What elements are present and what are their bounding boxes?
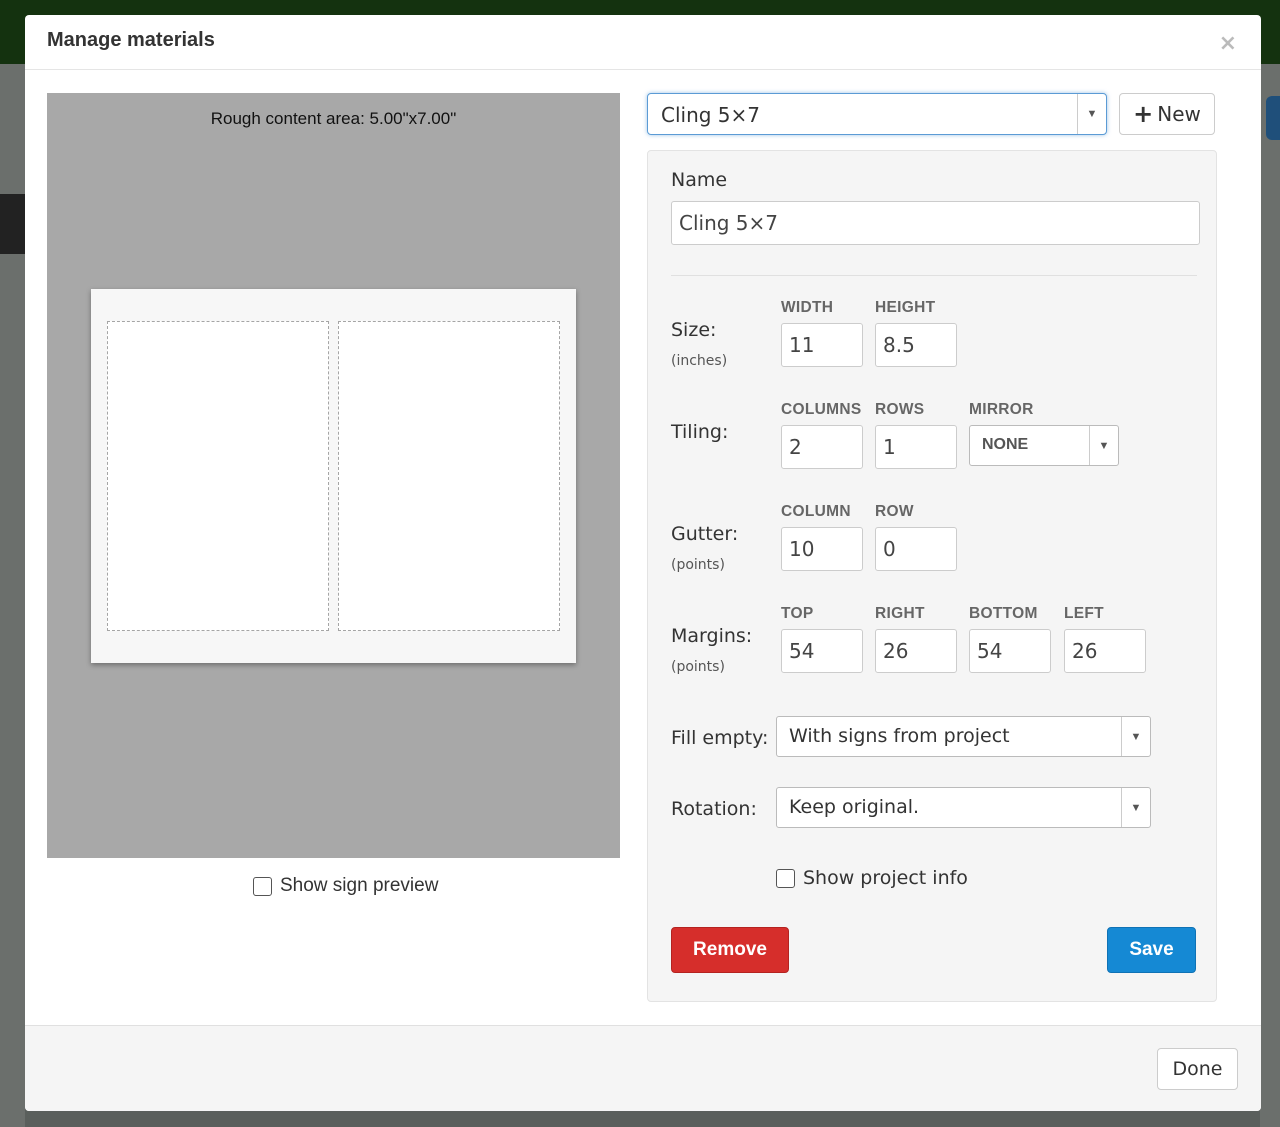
new-material-button[interactable]: + New [1119,93,1215,135]
tile-area [338,321,560,631]
paper-sheet [91,289,576,663]
margins-label: Margins: [671,625,753,647]
plus-icon: + [1133,100,1154,128]
dialog-title: Manage materials [47,29,215,51]
backdrop-button [1266,96,1280,140]
tiling-label: Tiling: [671,421,729,443]
mirror-header: MIRROR [969,401,1034,418]
rotation-label: Rotation: [671,798,757,820]
gutter-unit: (points) [671,557,725,573]
dialog-header: Manage materials × [25,15,1261,70]
rotation-select[interactable]: Keep original. ▼ [776,787,1151,828]
fill-empty-label: Fill empty: [671,727,769,749]
show-project-info-label: Show project info [803,867,968,889]
layout-preview: Rough content area: 5.00"x7.00" [47,93,620,858]
width-header: WIDTH [781,299,834,316]
show-sign-preview-toggle[interactable]: Show sign preview [253,875,438,897]
gutter-label: Gutter: [671,523,739,545]
height-header: HEIGHT [875,299,936,316]
mirror-select-value: NONE [982,436,1029,453]
content-area-caption: Rough content area: 5.00"x7.00" [210,109,457,128]
fill-empty-value: With signs from project [789,725,1010,747]
new-material-label: New [1157,102,1201,126]
rotation-value: Keep original. [789,796,920,818]
show-project-info-toggle[interactable]: Show project info [776,867,968,889]
rows-header: ROWS [875,401,925,418]
manage-materials-dialog: Manage materials × Rough content area: 5… [25,15,1261,1111]
width-input[interactable]: 11 [781,323,863,367]
margin-right-input[interactable]: 26 [875,629,957,673]
margin-left-input[interactable]: 26 [1064,629,1146,673]
fill-empty-select[interactable]: With signs from project ▼ [776,716,1151,757]
gutter-row-input[interactable]: 0 [875,527,957,571]
tile-area [107,321,329,631]
dialog-footer: Done [25,1025,1261,1111]
margin-bottom-header: BOTTOM [969,605,1038,622]
margins-unit: (points) [671,659,725,675]
margin-top-input[interactable]: 54 [781,629,863,673]
margin-right-header: RIGHT [875,605,925,622]
rows-input[interactable]: 1 [875,425,957,469]
backdrop-right [1260,64,1280,1127]
margin-left-header: LEFT [1064,605,1104,622]
gutter-row-header: ROW [875,503,914,520]
size-label: Size: [671,319,717,341]
remove-button[interactable]: Remove [671,927,789,973]
columns-input[interactable]: 2 [781,425,863,469]
material-form: Name Cling 5×7 WIDTH HEIGHT Size: (inche… [647,150,1217,1002]
save-button[interactable]: Save [1107,927,1196,973]
gutter-column-input[interactable]: 10 [781,527,863,571]
mirror-select[interactable]: NONE ▼ [969,425,1119,466]
chevron-down-icon[interactable]: ▼ [1121,788,1150,827]
backdrop-dark-bar [0,194,25,254]
margin-bottom-input[interactable]: 54 [969,629,1051,673]
material-select-value: Cling 5×7 [661,103,761,127]
size-unit: (inches) [671,353,728,369]
columns-header: COLUMNS [781,401,862,418]
margin-top-header: TOP [781,605,814,622]
chevron-down-icon[interactable]: ▼ [1089,426,1118,465]
gutter-column-header: COLUMN [781,503,851,520]
done-button[interactable]: Done [1157,1048,1238,1090]
material-select[interactable]: Cling 5×7 ▼ [647,93,1107,135]
show-sign-preview-checkbox[interactable] [253,876,272,896]
chevron-down-icon[interactable]: ▼ [1121,717,1150,756]
chevron-down-icon[interactable]: ▼ [1077,94,1106,134]
backdrop-left [0,64,25,1127]
show-project-info-checkbox[interactable] [776,868,795,888]
close-icon[interactable]: × [1219,33,1237,55]
divider [671,275,1197,276]
show-sign-preview-label: Show sign preview [280,875,439,896]
name-input[interactable]: Cling 5×7 [671,201,1200,245]
height-input[interactable]: 8.5 [875,323,957,367]
name-label: Name [671,169,728,191]
